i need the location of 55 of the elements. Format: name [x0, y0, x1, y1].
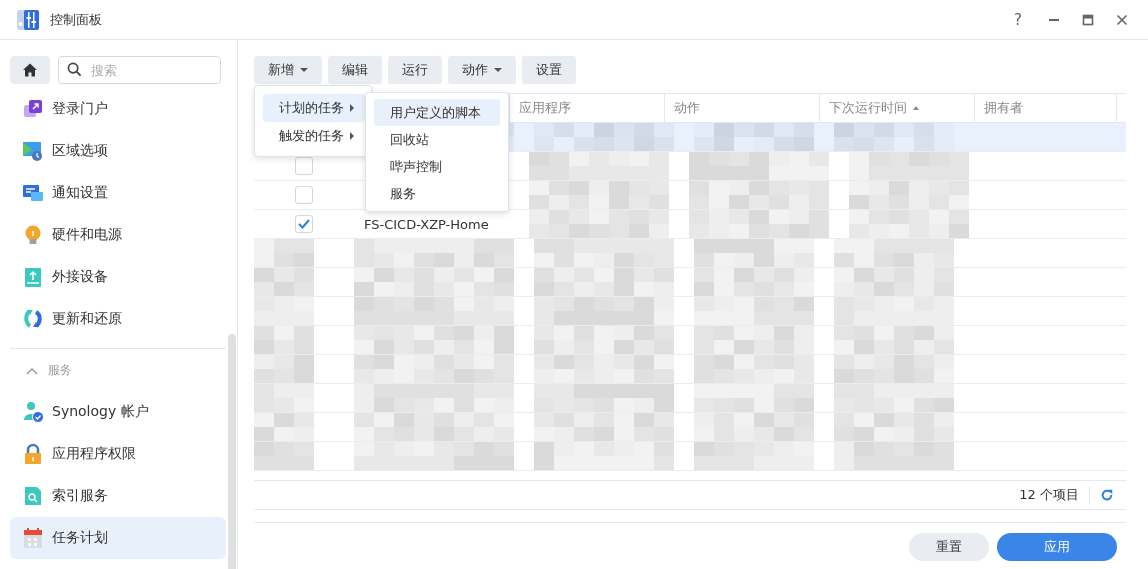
scrollbar[interactable]: [228, 334, 236, 569]
arrows-icon: [22, 308, 44, 330]
menu-item[interactable]: 回收站: [374, 126, 500, 153]
lock-icon: [22, 443, 44, 465]
menu-item[interactable]: 计划的任务: [263, 94, 365, 122]
table-cell: FS-CICD-XZP-Home: [364, 216, 489, 232]
home-button[interactable]: [10, 56, 50, 84]
apply-button[interactable]: 应用: [997, 533, 1117, 561]
sidebar-item[interactable]: 外接设备: [10, 256, 226, 298]
chevron-icon[interactable]: [26, 366, 38, 375]
toolbar-button[interactable]: 运行: [388, 56, 442, 84]
sidebar-item[interactable]: 登录门户: [10, 88, 226, 130]
reset-button[interactable]: 重置: [909, 533, 989, 561]
column-header[interactable]: 拥有者: [974, 94, 1116, 122]
sidebar-item[interactable]: 更新和还原: [10, 298, 226, 340]
toolbar-button[interactable]: 动作: [448, 56, 516, 84]
portal-icon: [22, 98, 44, 120]
window-title: 控制面板: [50, 10, 102, 29]
column-header[interactable]: 动作: [664, 94, 819, 122]
search-field[interactable]: 搜索: [58, 56, 221, 84]
home-icon: [22, 62, 38, 78]
user-icon: [22, 401, 44, 423]
upload-icon: [22, 266, 44, 288]
menu-item[interactable]: 服务: [374, 180, 500, 207]
chat-icon: [22, 182, 44, 204]
control-panel-icon: [16, 7, 40, 32]
sidebar-item[interactable]: 索引服务: [10, 475, 226, 517]
search-icon: [67, 62, 82, 77]
arrow-icon: [350, 104, 354, 112]
sidebar-item[interactable]: Synology 帐户: [10, 391, 226, 433]
globe-clock-icon: [22, 140, 44, 162]
checkbox[interactable]: [295, 186, 313, 204]
menu-item[interactable]: 触发的任务: [263, 122, 365, 150]
item-count: 12 个项目: [1019, 486, 1079, 504]
checkbox[interactable]: [295, 215, 313, 233]
checkbox[interactable]: [295, 157, 313, 175]
help-button[interactable]: ?: [1010, 10, 1026, 29]
calendar-icon: [22, 527, 44, 549]
sidebar-item[interactable]: 任务计划: [10, 517, 226, 559]
arrow-icon: [350, 132, 354, 140]
section-header: 服务: [48, 361, 72, 379]
toolbar-button[interactable]: 新增: [254, 56, 322, 84]
refresh-icon[interactable]: [1100, 488, 1114, 502]
menu-item[interactable]: 用户定义的脚本: [374, 99, 500, 126]
maximize-icon[interactable]: [1082, 13, 1094, 26]
toolbar-button[interactable]: 编辑: [328, 56, 382, 84]
sidebar-item[interactable]: 硬件和电源: [10, 214, 226, 256]
close-icon[interactable]: [1116, 13, 1128, 26]
column-header[interactable]: 下次运行时间: [819, 94, 974, 122]
menu-item[interactable]: 哔声控制: [374, 153, 500, 180]
sidebar-item[interactable]: 应用程序权限: [10, 433, 226, 475]
toolbar-button[interactable]: 设置: [522, 56, 576, 84]
sidebar-item[interactable]: 区域选项: [10, 130, 226, 172]
sidebar-item[interactable]: 通知设置: [10, 172, 226, 214]
document-search-icon: [22, 485, 44, 507]
